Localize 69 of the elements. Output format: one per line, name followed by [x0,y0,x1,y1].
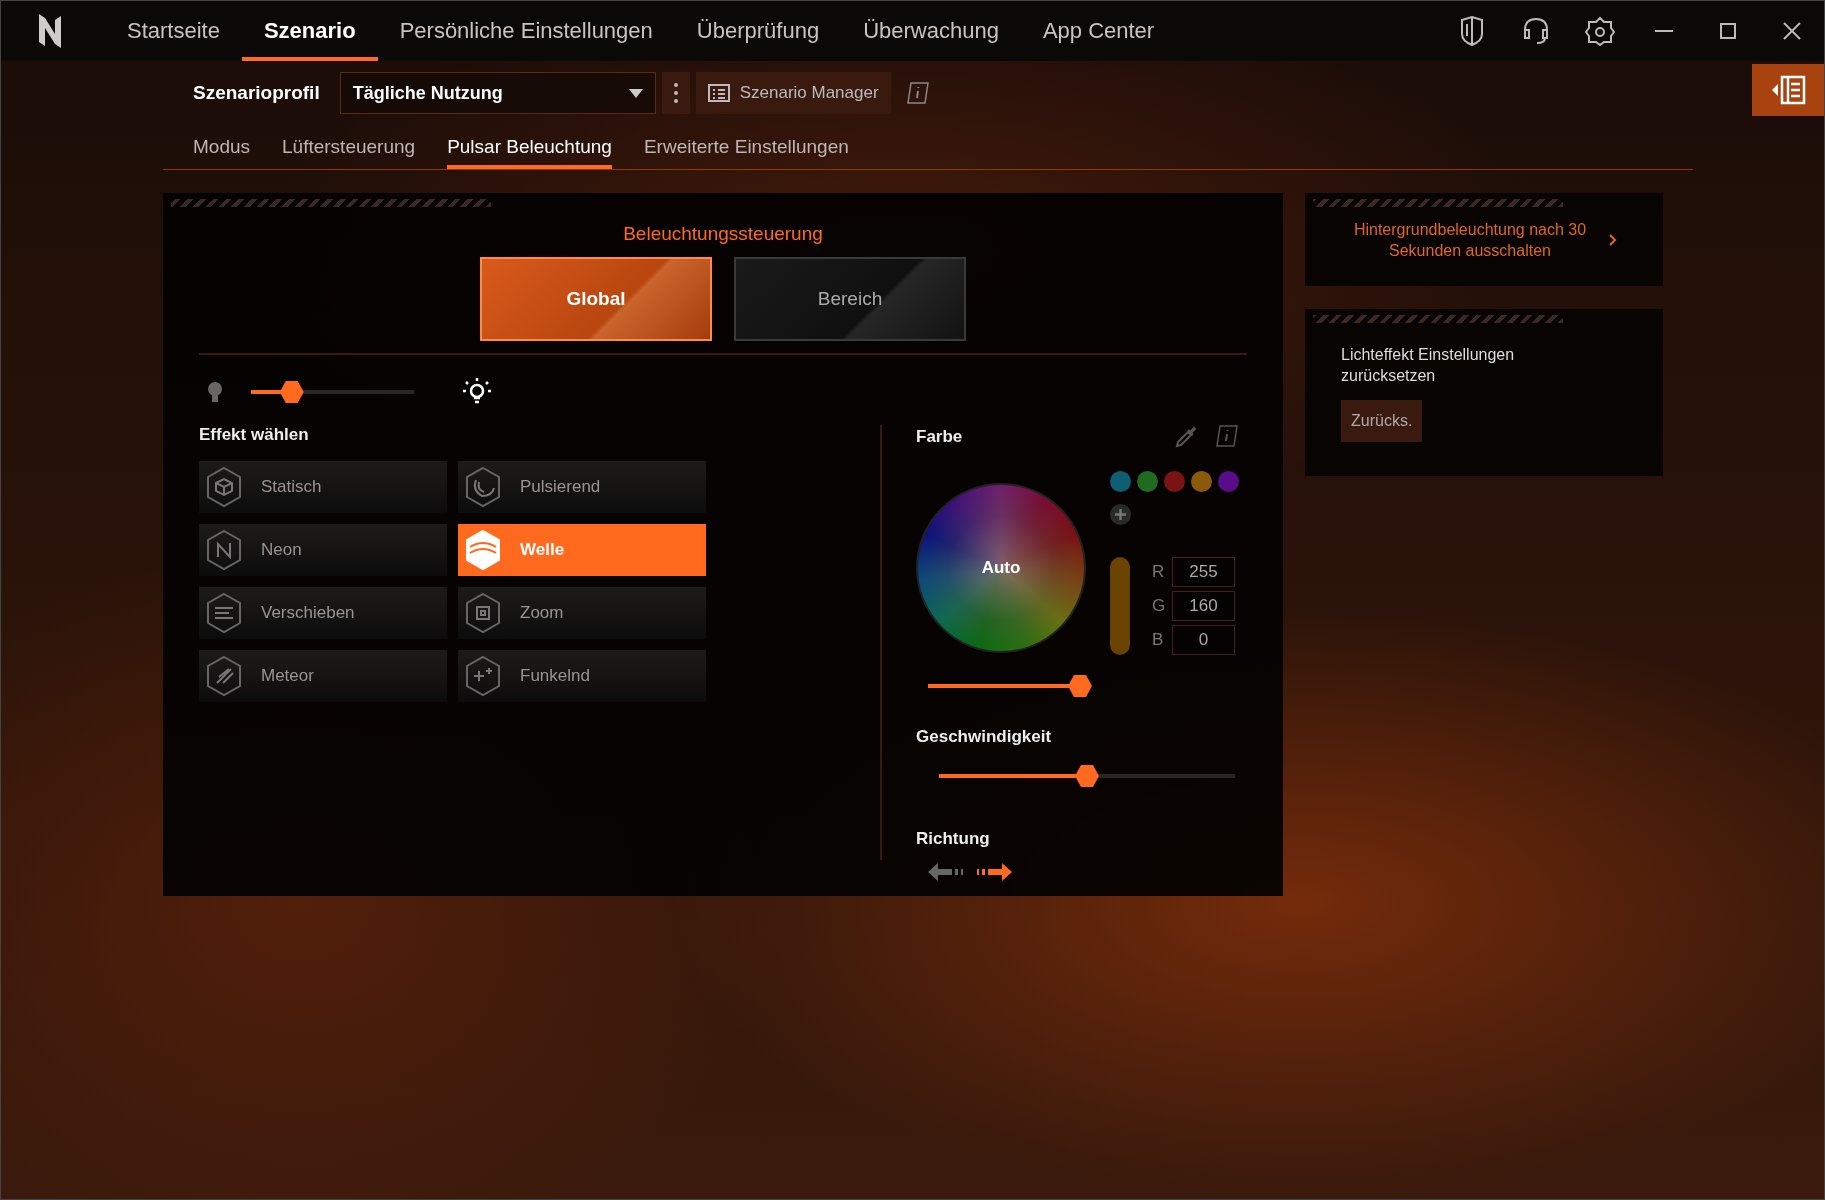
channel-label: R [1152,562,1166,582]
left-arrow-icon[interactable] [928,861,963,883]
bulb-icon [207,381,223,403]
effect-icon [464,655,502,697]
sidebar-icon [1770,75,1806,105]
channel-label: B [1152,630,1165,650]
nav-tab[interactable]: Startseite [105,1,242,61]
channel-field[interactable]: 255 [1172,557,1235,587]
slider-thumb[interactable] [1068,675,1092,697]
list-icon [707,84,730,102]
section-label: Geschwindigkeit [916,727,1053,747]
effect-button[interactable]: Verschieben [199,587,447,639]
info-icon[interactable] [906,82,929,104]
backlight-link[interactable]: Hintergrundbeleuchtung nach 30 Sekunden ausschalten [1305,218,1663,261]
effect-button[interactable]: Meteor [199,650,447,702]
effect-button[interactable]: Zoom [458,587,706,639]
chevron-icon [1609,233,1617,246]
plus-icon [1115,509,1126,520]
nav-tab[interactable]: Szenario [241,1,378,61]
section-label: Richtung [916,829,991,849]
mode-button[interactable]: Global [480,257,712,341]
color-preset-dot[interactable] [1137,471,1158,492]
effect-icon [464,466,502,508]
add-color-button[interactable] [1110,504,1131,525]
panel-title: Beleuchtungssteuerung [622,223,824,245]
nav-tab[interactable]: Überwachung [841,1,1021,61]
color-preset-dot[interactable] [1110,471,1131,492]
effect-icon [205,655,243,697]
reset-button[interactable]: Zurücks. [1341,399,1423,442]
effect-button[interactable]: Funkelnd [458,650,706,702]
effect-icon [464,529,502,571]
channel-field[interactable]: 160 [1172,591,1235,621]
section-label: Farbe [916,427,963,447]
section-label: Effekt wählen [199,425,310,445]
manager-button[interactable]: Szenario Manager [695,72,891,114]
nav-tab[interactable]: Überprüfung [674,1,842,61]
effect-icon [205,466,243,508]
effect-button[interactable]: Statisch [199,461,447,513]
info-icon[interactable] [1216,425,1238,449]
channel-field[interactable]: 0 [1172,625,1235,655]
slider-thumb[interactable] [1075,765,1099,787]
color-preset-dot[interactable] [1164,471,1185,492]
effect-icon [205,529,243,571]
right-arrow-icon[interactable] [977,861,1012,883]
sub-tab[interactable]: Modus [193,125,251,169]
more-icon [673,83,678,103]
more-button[interactable] [661,72,690,114]
profile-dropdown[interactable]: Tägliche Nutzung [339,72,656,114]
effect-icon [205,592,243,634]
color-preset-dot[interactable] [1218,471,1239,492]
effect-button[interactable]: Neon [199,524,447,576]
color-wheel[interactable]: Auto [916,483,1086,653]
sub-tab[interactable]: Erweiterte Einstellungen [643,125,849,169]
sub-tab[interactable]: Lüftersteuerung [282,125,416,169]
logo-icon [37,12,63,50]
mode-button[interactable]: Bereich [734,257,966,341]
reset-text: Lichteffekt Einstellungen zurücksetzen [1341,344,1516,386]
nav-tab[interactable]: App Center [1020,1,1177,61]
profile-label: Szenarioprofil [193,82,320,104]
sub-tab[interactable]: Pulsar Beleuchtung [447,125,612,169]
eyedropper-icon[interactable] [1174,425,1198,449]
caret-icon [628,88,643,98]
effect-button[interactable]: Pulsierend [458,461,706,513]
channel-label: G [1152,596,1166,616]
effect-icon [464,592,502,634]
color-preset-dot[interactable] [1191,471,1212,492]
sidebar-toggle-button[interactable] [1752,64,1824,116]
nav-tab[interactable]: Persönliche Einstellungen [377,1,675,61]
slider-thumb[interactable] [279,381,304,403]
